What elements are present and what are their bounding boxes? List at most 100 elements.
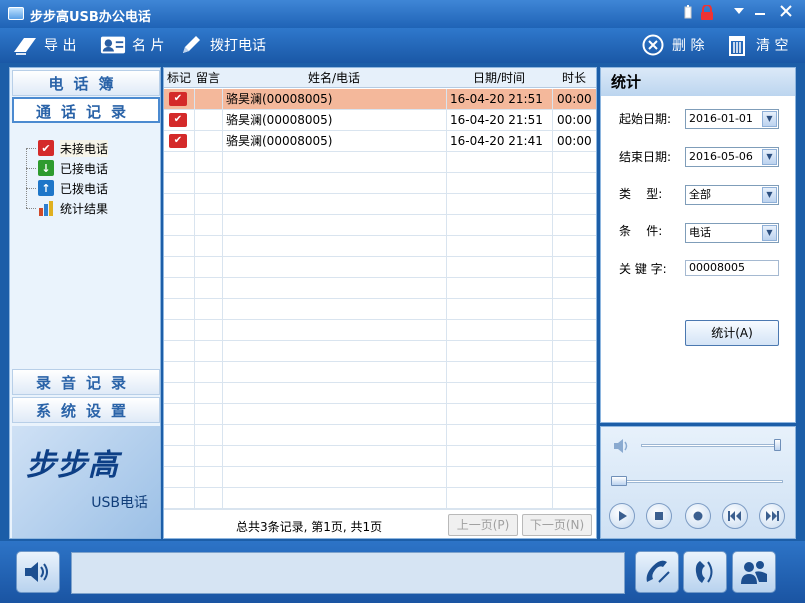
nav-phonebook[interactable]: 电话簿 [12, 70, 160, 96]
tree-item-stats[interactable]: 统计结果 [25, 198, 108, 218]
prev-page-button[interactable]: 上一页(P) [448, 514, 518, 536]
speaker-button[interactable] [16, 551, 60, 593]
chevron-down-icon: ▼ [762, 187, 777, 203]
end-date-label: 结束日期: [619, 149, 672, 164]
table-row-empty [164, 194, 596, 215]
business-card-icon [100, 33, 126, 57]
bottom-bar [0, 541, 805, 603]
header-mark[interactable]: 标记 [164, 68, 194, 88]
table-row[interactable]: ✔ 骆昊澜(00008005) 16-04-20 21:51 00:00 [164, 110, 596, 131]
hangup-button[interactable] [683, 551, 727, 593]
header-duration[interactable]: 时长 [552, 68, 596, 88]
tree-item-dialed[interactable]: ↑ 已拨电话 [25, 178, 108, 198]
table-row-empty [164, 404, 596, 425]
table-row[interactable]: ✔ 骆昊澜(00008005) 16-04-20 21:51 00:00 [164, 89, 596, 110]
call-log-tree: ✔ 未接电话 ↓ 已接电话 ↑ 已拨电话 统计结果 [25, 138, 109, 218]
table-row-empty [164, 173, 596, 194]
table-row-empty [164, 383, 596, 404]
pager-info: 总共3条记录, 第1页, 共1页 [236, 520, 383, 534]
missed-flag-icon: ✔ [169, 113, 187, 127]
cell-datetime: 16-04-20 21:51 [450, 113, 543, 127]
minimize-icon[interactable] [731, 5, 747, 21]
table-row-empty [164, 488, 596, 509]
export-button[interactable]: 导 出 [12, 32, 76, 58]
close-icon[interactable] [778, 5, 794, 21]
volume-icon [613, 438, 631, 457]
fast-forward-button[interactable] [759, 503, 785, 529]
chevron-down-icon: ▼ [762, 149, 777, 165]
nav-call-log[interactable]: 通话记录 [12, 97, 160, 123]
stats-chart-icon [38, 200, 54, 216]
received-call-icon: ↓ [38, 160, 54, 176]
clear-button[interactable]: 清 空 [724, 32, 788, 58]
play-button[interactable] [609, 503, 635, 529]
run-stats-button[interactable]: 统计(A) [685, 320, 779, 346]
column-divider [222, 89, 223, 529]
cell-duration: 00:00 [557, 113, 592, 127]
condition-select[interactable]: 电话 ▼ [685, 223, 779, 243]
app-icon [8, 7, 24, 20]
nav-recordings[interactable]: 录音记录 [12, 369, 160, 395]
missed-call-icon: ✔ [38, 140, 54, 156]
keyword-input[interactable]: 00008005 [685, 260, 779, 276]
business-card-button[interactable]: 名 片 [100, 32, 164, 58]
next-page-button[interactable]: 下一页(N) [522, 514, 592, 536]
column-divider [446, 89, 447, 529]
rewind-button[interactable] [722, 503, 748, 529]
table-row[interactable]: ✔ 骆昊澜(00008005) 16-04-20 21:41 00:00 [164, 131, 596, 152]
missed-flag-icon: ✔ [169, 134, 187, 148]
column-divider [194, 89, 195, 529]
table-row-empty [164, 320, 596, 341]
chevron-down-icon: ▼ [762, 225, 777, 241]
record-button[interactable] [685, 503, 711, 529]
playback-progress-thumb[interactable] [611, 476, 627, 486]
cell-datetime: 16-04-20 21:51 [450, 92, 543, 106]
dial-button[interactable]: 拨打电话 [178, 32, 266, 58]
restore-icon[interactable] [752, 5, 768, 21]
type-label: 类 型: [619, 186, 663, 201]
volume-slider[interactable] [641, 444, 781, 447]
cell-name-phone: 骆昊澜(00008005) [226, 113, 333, 127]
hook-button[interactable] [635, 551, 679, 593]
lock-icon[interactable] [699, 4, 715, 21]
missed-flag-icon: ✔ [169, 92, 187, 106]
header-datetime[interactable]: 日期/时间 [446, 68, 552, 88]
export-icon [12, 33, 38, 57]
stop-button[interactable] [646, 503, 672, 529]
start-date-select[interactable]: 2016-01-01 ▼ [685, 109, 779, 129]
cell-duration: 00:00 [557, 92, 592, 106]
contacts-icon [741, 561, 767, 584]
toolbar: 导 出 名 片 拨打电话 删 除 清 空 [0, 28, 805, 63]
table-row-empty [164, 341, 596, 362]
player-panel [600, 426, 796, 539]
contacts-button[interactable] [732, 551, 776, 593]
table-row-empty [164, 299, 596, 320]
start-date-label: 起始日期: [619, 111, 672, 126]
table-row-empty [164, 425, 596, 446]
left-nav: 电话簿 通话记录 ✔ 未接电话 ↓ 已接电话 ↑ 已拨电话 统计结果 录音记录 … [9, 67, 161, 539]
header-name-phone[interactable]: 姓名/电话 [222, 68, 446, 88]
condition-label: 条 件: [619, 223, 663, 238]
delete-button[interactable]: 删 除 [640, 32, 704, 58]
status-field [71, 552, 625, 594]
table-row-empty [164, 362, 596, 383]
volume-slider-thumb[interactable] [774, 439, 781, 451]
call-records-table: 标记 留言 姓名/电话 日期/时间 时长 ✔ 骆昊澜(00008005) 16-… [163, 67, 597, 539]
tree-item-missed[interactable]: ✔ 未接电话 [25, 138, 109, 158]
stats-panel: 统计 起始日期: 2016-01-01 ▼ 结束日期: 2016-05-06 ▼… [600, 67, 796, 423]
tree-connector [26, 148, 27, 208]
type-select[interactable]: 全部 ▼ [685, 185, 779, 205]
record-icon [693, 511, 703, 521]
column-divider [552, 89, 553, 529]
table-row-empty [164, 278, 596, 299]
header-message[interactable]: 留言 [194, 68, 222, 88]
brand-panel: 步步高 USB电话 [12, 426, 160, 538]
tree-item-received[interactable]: ↓ 已接电话 [25, 158, 108, 178]
playback-progress[interactable] [611, 480, 783, 483]
rewind-icon [728, 511, 741, 521]
nav-settings[interactable]: 系统设置 [12, 397, 160, 423]
keyword-label: 关 键 字: [619, 261, 667, 276]
handset-icon [695, 561, 713, 583]
brand-logo: 步步高 [26, 448, 119, 483]
end-date-select[interactable]: 2016-05-06 ▼ [685, 147, 779, 167]
